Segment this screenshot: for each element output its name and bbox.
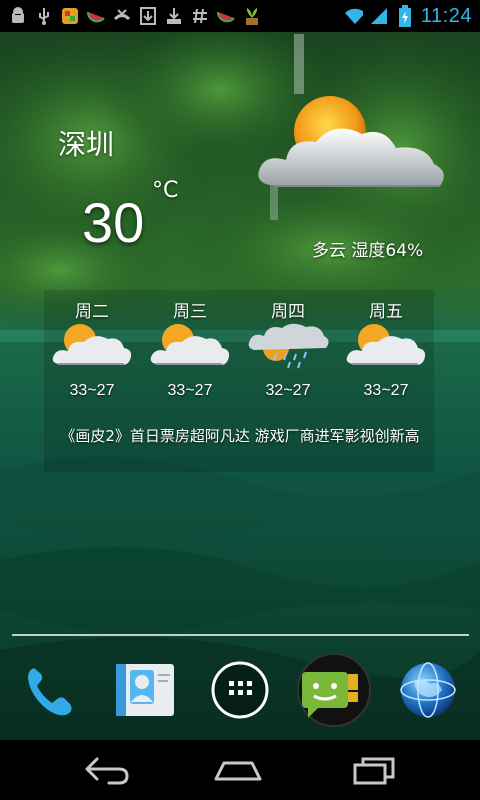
temperature-unit: °C xyxy=(152,178,179,203)
city-name: 深圳 xyxy=(58,128,115,161)
status-bar: 11:24 xyxy=(0,0,480,32)
usb-icon xyxy=(34,6,54,26)
rain-shower-icon xyxy=(246,320,330,370)
missed-call-icon xyxy=(112,6,132,26)
wifi-icon xyxy=(343,6,363,26)
navigation-bar xyxy=(0,740,480,800)
android-debug-icon xyxy=(8,6,28,26)
signal-icon xyxy=(369,6,389,26)
recent-apps-icon[interactable] xyxy=(342,750,406,790)
forecast-temp-range: 33~27 xyxy=(363,382,409,399)
browser-globe-icon[interactable] xyxy=(398,660,458,720)
battery-charging-icon xyxy=(395,5,415,27)
forecast-day-name: 周五 xyxy=(369,302,403,322)
partly-cloudy-icon xyxy=(50,320,134,370)
messaging-icon[interactable] xyxy=(296,652,372,728)
forecast-temp-range: 33~27 xyxy=(167,382,213,399)
all-apps-icon[interactable] xyxy=(210,660,270,720)
forecast-day-name: 周二 xyxy=(75,302,109,322)
back-icon[interactable] xyxy=(74,750,138,790)
plant-icon xyxy=(242,6,262,26)
partly-cloudy-icon xyxy=(344,320,428,370)
watermelon-icon xyxy=(216,6,236,26)
color-app-icon xyxy=(60,6,80,26)
forecast-day-name: 周三 xyxy=(173,302,207,322)
partly-cloudy-icon xyxy=(250,90,455,200)
notification-icons xyxy=(0,0,262,32)
contacts-icon[interactable] xyxy=(116,660,176,720)
partly-cloudy-icon xyxy=(148,320,232,370)
download-box-icon xyxy=(164,6,184,26)
watermelon-icon xyxy=(86,6,106,26)
dock-divider xyxy=(12,634,469,636)
download-icon xyxy=(138,6,158,26)
current-temperature: 30 xyxy=(82,191,145,254)
forecast-temp-range: 32~27 xyxy=(265,382,311,399)
hash-icon xyxy=(190,6,210,26)
forecast-temp-range: 33~27 xyxy=(69,382,115,399)
condition-humidity: 多云 湿度64% xyxy=(312,241,424,261)
news-ticker[interactable]: 《画皮2》首日票房超阿凡达 游戏厂商进军影视创新高 xyxy=(54,427,426,446)
home-icon[interactable] xyxy=(206,750,270,790)
phone-icon[interactable] xyxy=(20,660,80,720)
forecast-day-name: 周四 xyxy=(271,302,305,322)
system-icons: 11:24 xyxy=(343,0,472,32)
clock: 11:24 xyxy=(420,4,472,27)
